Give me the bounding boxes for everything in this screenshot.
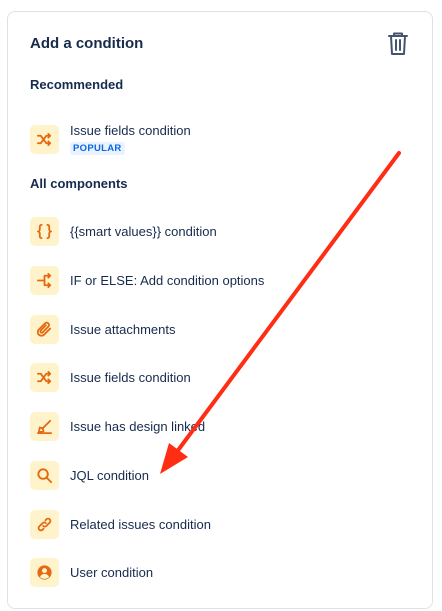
recommended-heading: Recommended xyxy=(30,77,124,92)
link-icon xyxy=(30,509,59,539)
item-label: Related issues condition xyxy=(70,516,211,532)
component-issue-fields-condition-recommended[interactable]: Issue fields condition POPULAR xyxy=(30,119,420,159)
item-label: Issue fields condition xyxy=(70,369,191,385)
design-pen-icon xyxy=(30,411,59,441)
item-label: User condition xyxy=(70,564,154,580)
search-icon xyxy=(30,460,59,490)
component-user-condition[interactable]: User condition xyxy=(30,554,420,590)
item-label: Issue attachments xyxy=(70,321,176,337)
popular-badge: POPULAR xyxy=(70,142,125,155)
paperclip-icon xyxy=(30,314,59,344)
component-if-else-condition-options[interactable]: IF or ELSE: Add condition options xyxy=(30,262,420,298)
user-icon xyxy=(30,557,59,587)
panel-title: Add a condition xyxy=(30,35,144,52)
component-issue-has-design-linked[interactable]: Issue has design linked xyxy=(30,408,420,444)
shuffle-icon xyxy=(30,362,59,392)
item-label: JQL condition xyxy=(70,467,150,483)
branch-icon xyxy=(30,265,59,295)
item-label: {{smart values}} condition xyxy=(70,223,217,239)
item-label: Issue fields condition xyxy=(70,123,191,138)
component-smart-values-condition[interactable]: {{smart values}} condition xyxy=(30,213,420,249)
component-issue-fields-condition[interactable]: Issue fields condition xyxy=(30,359,420,395)
item-label: Issue has design linked xyxy=(70,418,206,434)
item-label: IF or ELSE: Add condition options xyxy=(70,272,265,288)
shuffle-icon xyxy=(30,124,59,154)
component-issue-attachments[interactable]: Issue attachments xyxy=(30,311,420,347)
component-related-issues-condition[interactable]: Related issues condition xyxy=(30,506,420,542)
all-components-heading: All components xyxy=(30,176,128,191)
add-condition-panel: Add a condition Recommended Issue fields… xyxy=(7,11,433,609)
curly-braces-icon xyxy=(30,216,59,246)
component-jql-condition[interactable]: JQL condition xyxy=(30,457,420,493)
trash-icon[interactable] xyxy=(386,31,410,57)
